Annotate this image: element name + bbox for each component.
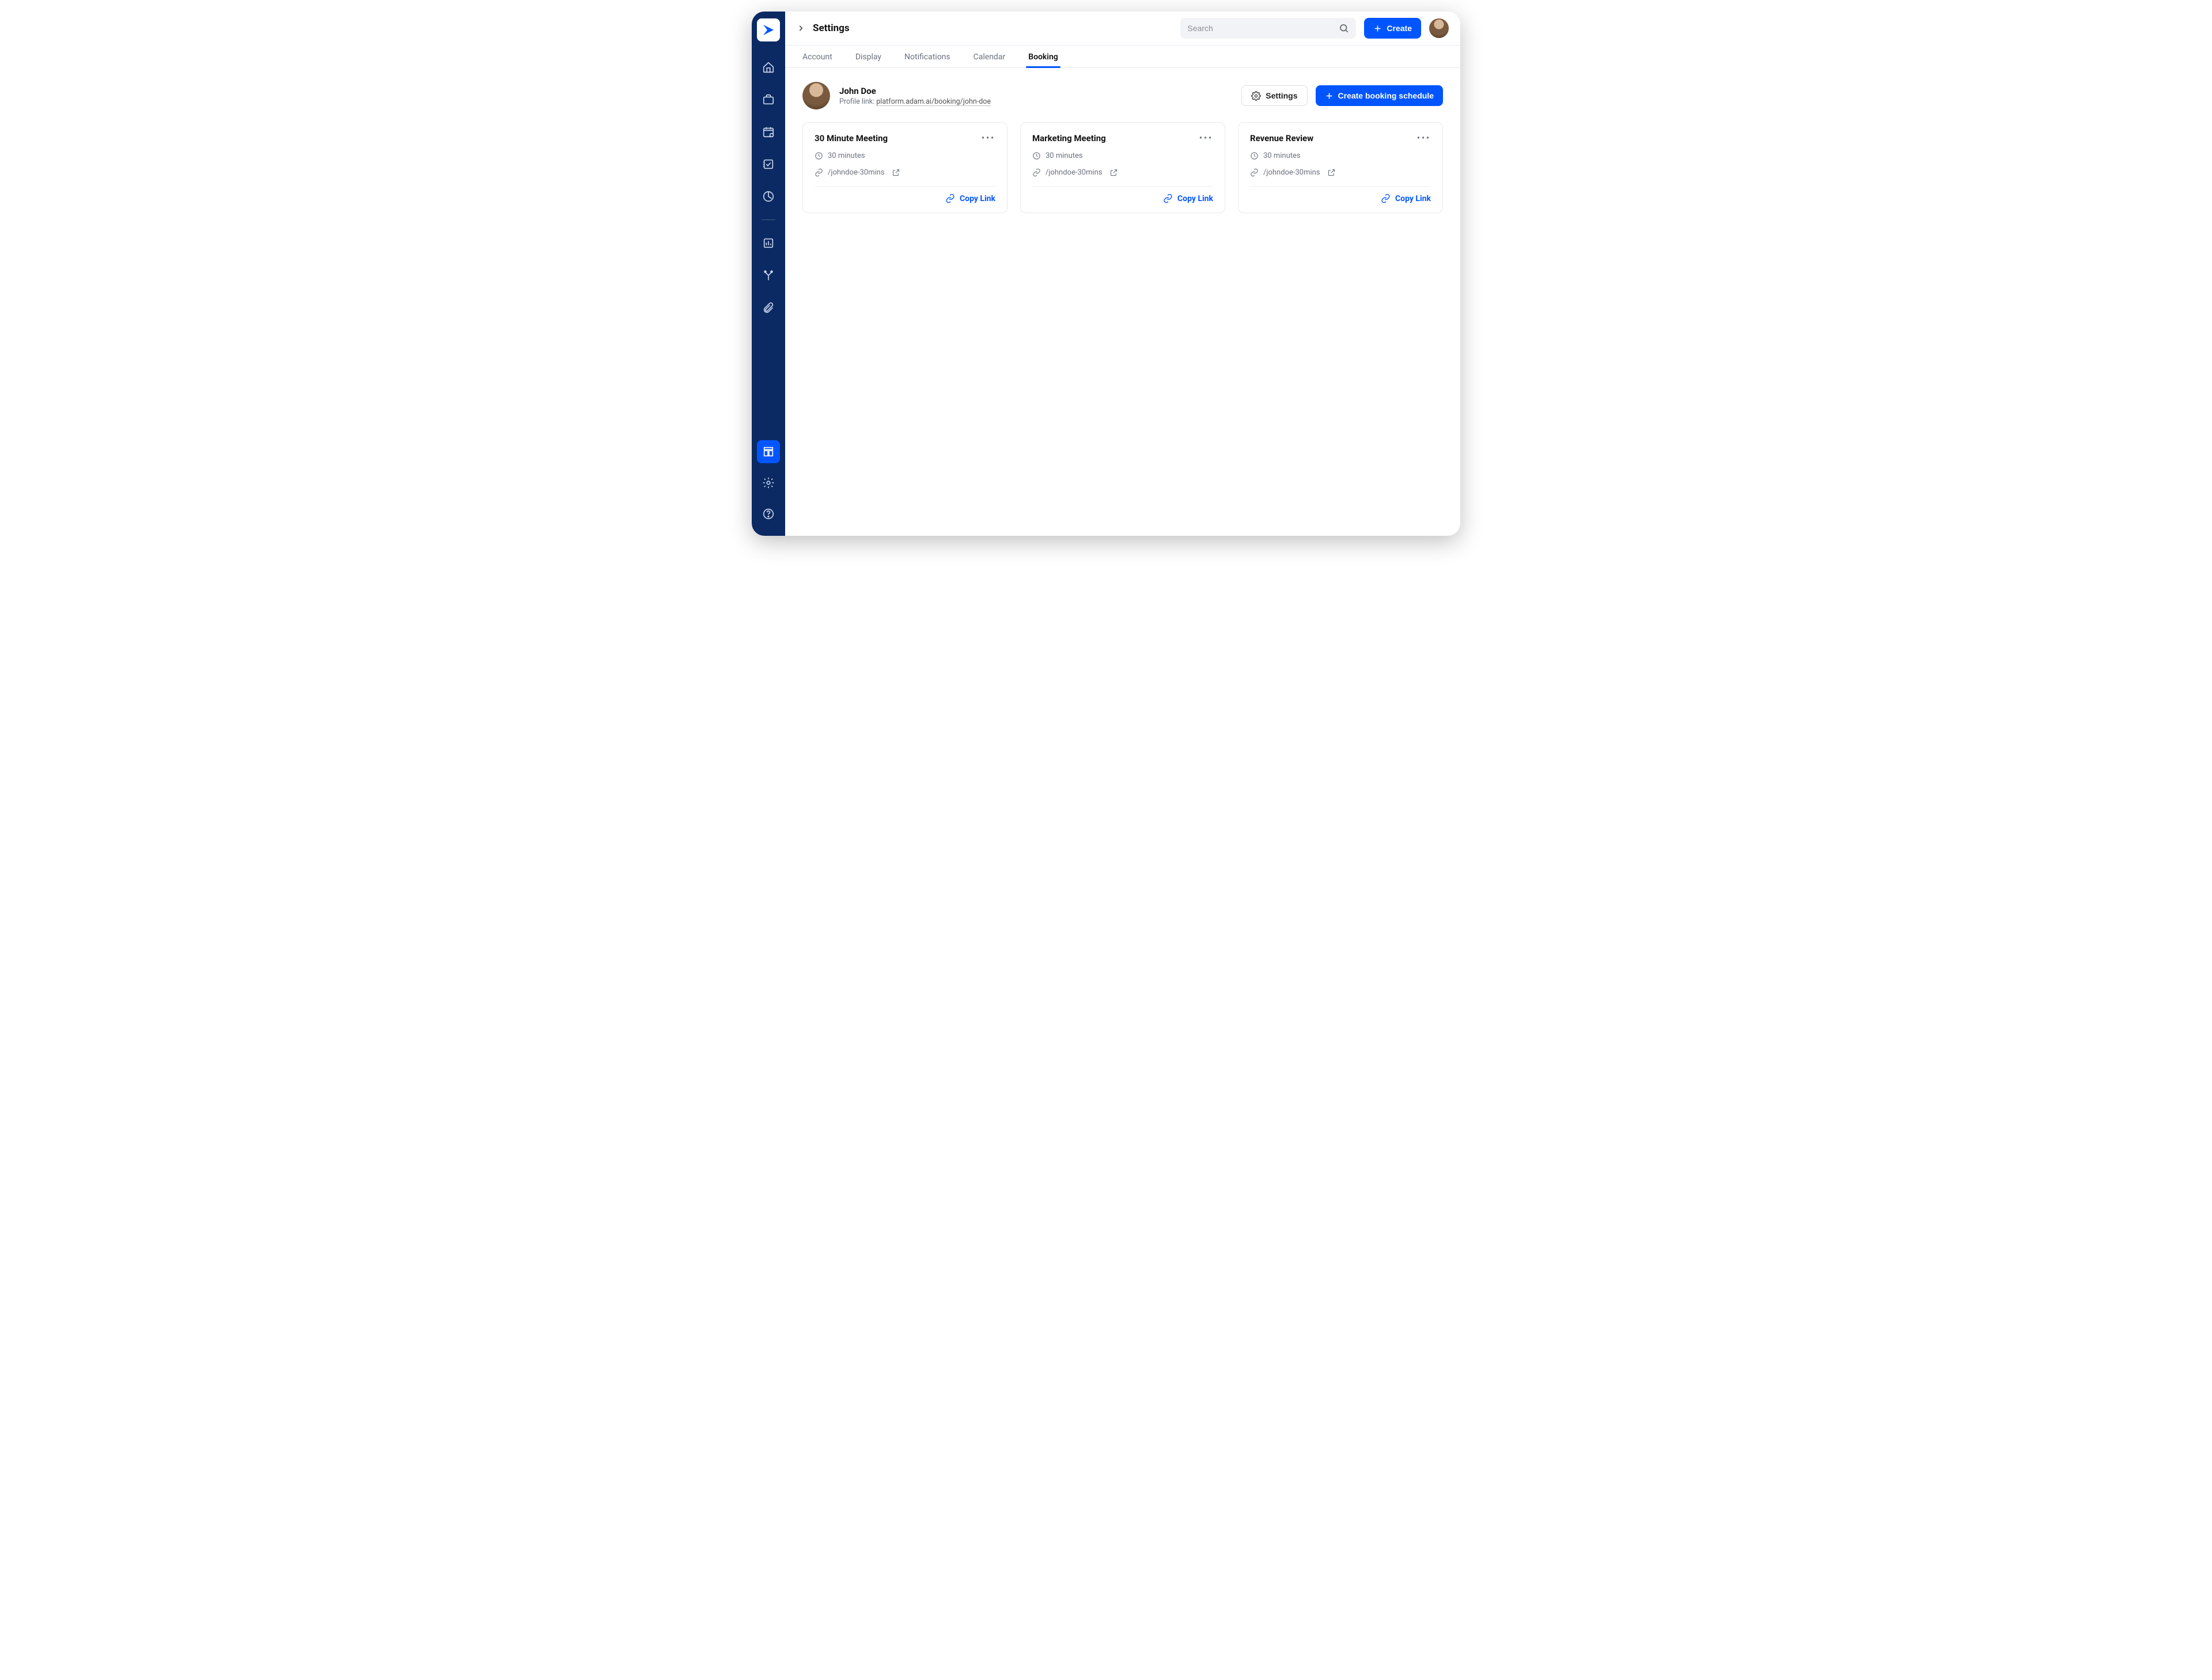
profile-info: John Doe Profile link: platform.adam.ai/… [839, 86, 991, 106]
main: Settings Create Account Display Notifica… [785, 12, 1460, 536]
sidebar-item-home[interactable] [757, 56, 780, 79]
card-path: /johndoe-30mins [1046, 168, 1103, 177]
search-icon [1339, 23, 1349, 33]
profile-actions: Settings Create booking schedule [1241, 85, 1443, 106]
external-link-icon[interactable] [1327, 168, 1336, 177]
link-icon [1032, 168, 1041, 177]
create-button-label: Create [1387, 24, 1412, 33]
card-path: /johndoe-30mins [1263, 168, 1320, 177]
tab-notifications[interactable]: Notifications [904, 52, 950, 67]
sidebar [752, 12, 785, 536]
copy-link-button[interactable]: Copy Link [1163, 194, 1213, 203]
tab-label: Booking [1028, 52, 1058, 62]
create-schedule-label: Create booking schedule [1338, 91, 1434, 100]
card-title: 30 Minute Meeting [815, 133, 888, 143]
card-duration: 30 minutes [828, 152, 865, 160]
card-title: Revenue Review [1250, 133, 1313, 143]
profile-row: John Doe Profile link: platform.adam.ai/… [802, 82, 1443, 109]
link-icon [1250, 168, 1259, 177]
profile-link-prefix: Profile link: [839, 97, 874, 106]
profile-settings-button[interactable]: Settings [1241, 85, 1307, 106]
card-menu-icon[interactable]: ••• [1417, 134, 1431, 143]
profile-settings-label: Settings [1266, 91, 1297, 100]
user-avatar[interactable] [1429, 18, 1449, 38]
card-duration-row: 30 minutes [1032, 152, 1213, 160]
card-path: /johndoe-30mins [828, 168, 885, 177]
search-input[interactable] [1187, 24, 1334, 33]
tab-display[interactable]: Display [855, 52, 881, 67]
sidebar-item-analytics[interactable] [757, 232, 780, 255]
tab-label: Display [855, 52, 881, 62]
profile-name: John Doe [839, 86, 991, 96]
copy-link-label: Copy Link [1395, 194, 1431, 203]
link-icon [815, 168, 823, 177]
booking-cards: 30 Minute Meeting ••• 30 minutes /johndo… [802, 122, 1443, 213]
card-path-row: /johndoe-30mins [1250, 168, 1431, 177]
booking-card: Revenue Review ••• 30 minutes /johndoe-3… [1238, 122, 1443, 213]
booking-card: Marketing Meeting ••• 30 minutes /johndo… [1020, 122, 1225, 213]
tab-label: Calendar [974, 52, 1006, 62]
clock-icon [815, 152, 823, 160]
card-title: Marketing Meeting [1032, 133, 1106, 143]
page-title: Settings [813, 22, 850, 34]
profile-link-row: Profile link: platform.adam.ai/booking/j… [839, 97, 991, 106]
app-frame: Settings Create Account Display Notifica… [752, 12, 1460, 536]
card-duration: 30 minutes [1046, 152, 1083, 160]
sidebar-item-templates[interactable] [757, 440, 780, 463]
settings-tabs: Account Display Notifications Calendar B… [785, 45, 1460, 68]
sidebar-item-tasks[interactable] [757, 153, 780, 176]
sidebar-item-calendar[interactable] [757, 120, 780, 143]
copy-link-button[interactable]: Copy Link [945, 194, 995, 203]
create-schedule-button[interactable]: Create booking schedule [1316, 85, 1443, 106]
gear-icon [1251, 91, 1261, 101]
profile-link-value[interactable]: platform.adam.ai/booking/john-doe [876, 97, 991, 106]
sidebar-item-help[interactable] [757, 502, 780, 525]
tab-account[interactable]: Account [802, 52, 832, 67]
tab-label: Notifications [904, 52, 950, 62]
tab-booking[interactable]: Booking [1028, 52, 1058, 67]
sidebar-bottom [752, 440, 785, 536]
copy-link-label: Copy Link [960, 194, 995, 203]
card-path-row: /johndoe-30mins [1032, 168, 1213, 177]
topbar: Settings Create [785, 12, 1460, 45]
create-button[interactable]: Create [1364, 18, 1421, 39]
external-link-icon[interactable] [892, 168, 900, 177]
booking-card: 30 Minute Meeting ••• 30 minutes /johndo… [802, 122, 1007, 213]
card-duration: 30 minutes [1263, 152, 1301, 160]
plus-icon [1325, 92, 1334, 100]
clock-icon [1250, 152, 1259, 160]
copy-link-label: Copy Link [1177, 194, 1213, 203]
content: John Doe Profile link: platform.adam.ai/… [785, 68, 1460, 227]
profile-avatar [802, 82, 830, 109]
card-duration-row: 30 minutes [1250, 152, 1431, 160]
sidebar-nav [752, 56, 785, 319]
sidebar-item-workspace[interactable] [757, 88, 780, 111]
card-menu-icon[interactable]: ••• [982, 134, 995, 143]
tab-label: Account [802, 52, 832, 62]
card-menu-icon[interactable]: ••• [1199, 134, 1213, 143]
copy-link-button[interactable]: Copy Link [1381, 194, 1431, 203]
tab-calendar[interactable]: Calendar [974, 52, 1006, 67]
search-box[interactable] [1180, 18, 1356, 39]
sidebar-item-settings[interactable] [757, 471, 780, 494]
external-link-icon[interactable] [1109, 168, 1118, 177]
sidebar-item-attachments[interactable] [757, 296, 780, 319]
sidebar-item-reports[interactable] [757, 185, 780, 208]
plus-icon [1373, 24, 1382, 33]
breadcrumb-chevron-icon[interactable] [797, 24, 805, 32]
clock-icon [1032, 152, 1041, 160]
card-path-row: /johndoe-30mins [815, 168, 995, 177]
card-duration-row: 30 minutes [815, 152, 995, 160]
sidebar-item-branches[interactable] [757, 264, 780, 287]
app-logo[interactable] [757, 18, 780, 41]
